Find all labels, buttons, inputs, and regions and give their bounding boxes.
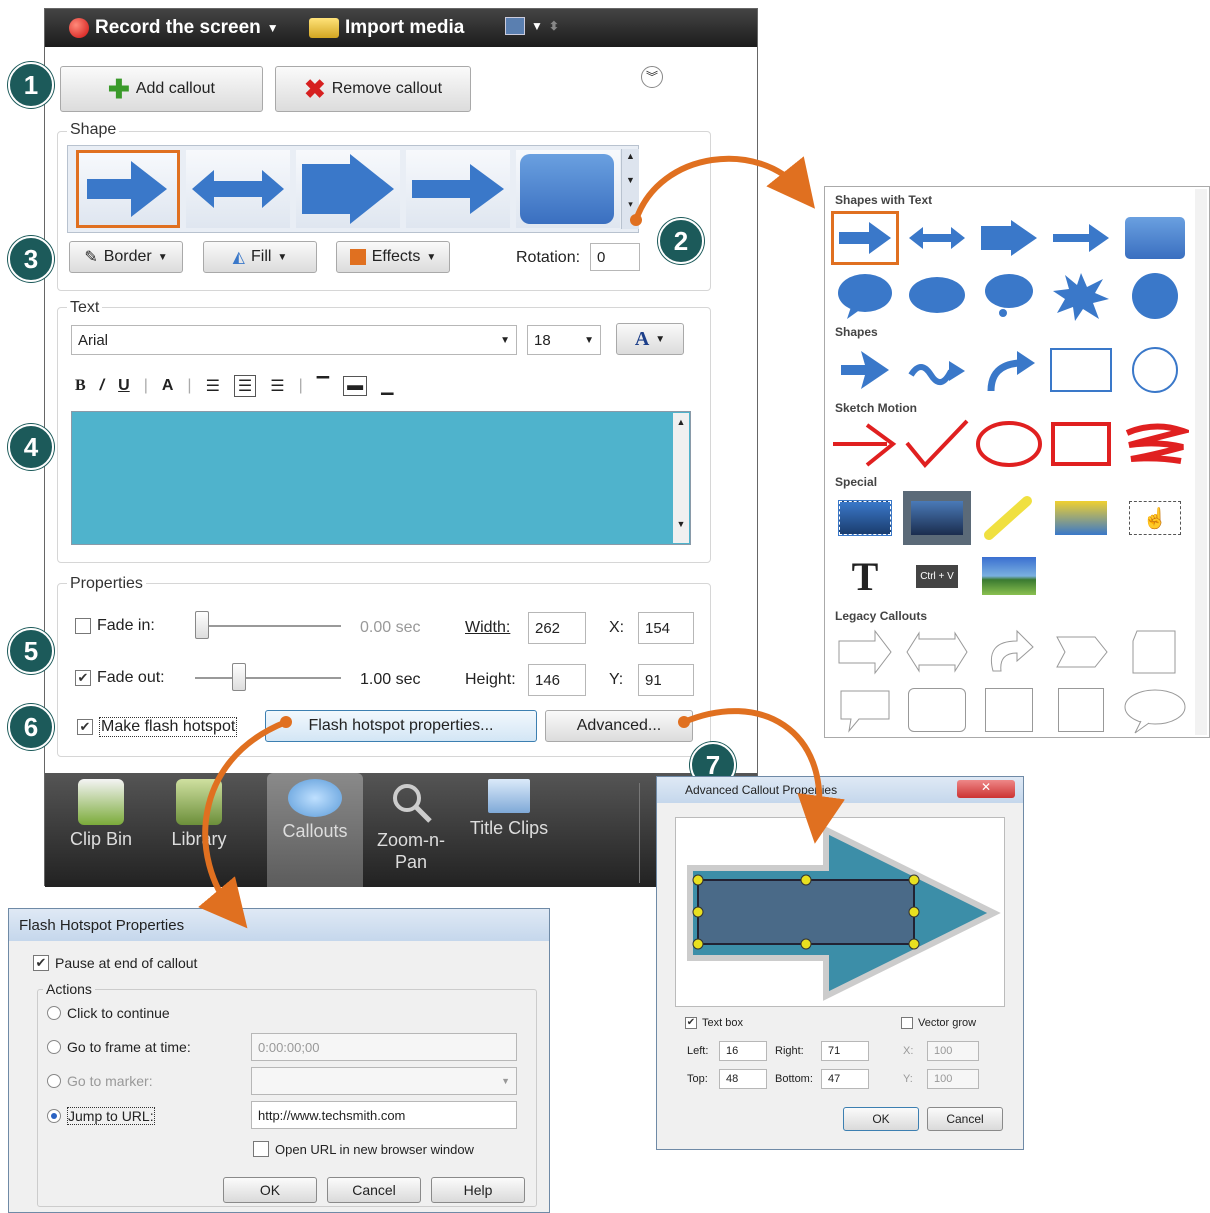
connector-dot bbox=[678, 716, 690, 728]
connector-to-advanced-dialog bbox=[682, 708, 845, 844]
connector-to-hotspot-dialog bbox=[198, 719, 288, 929]
connector-dot bbox=[630, 214, 642, 226]
connector-to-gallery bbox=[633, 155, 816, 221]
connector-arrows bbox=[198, 155, 845, 929]
connector-dot bbox=[280, 716, 292, 728]
